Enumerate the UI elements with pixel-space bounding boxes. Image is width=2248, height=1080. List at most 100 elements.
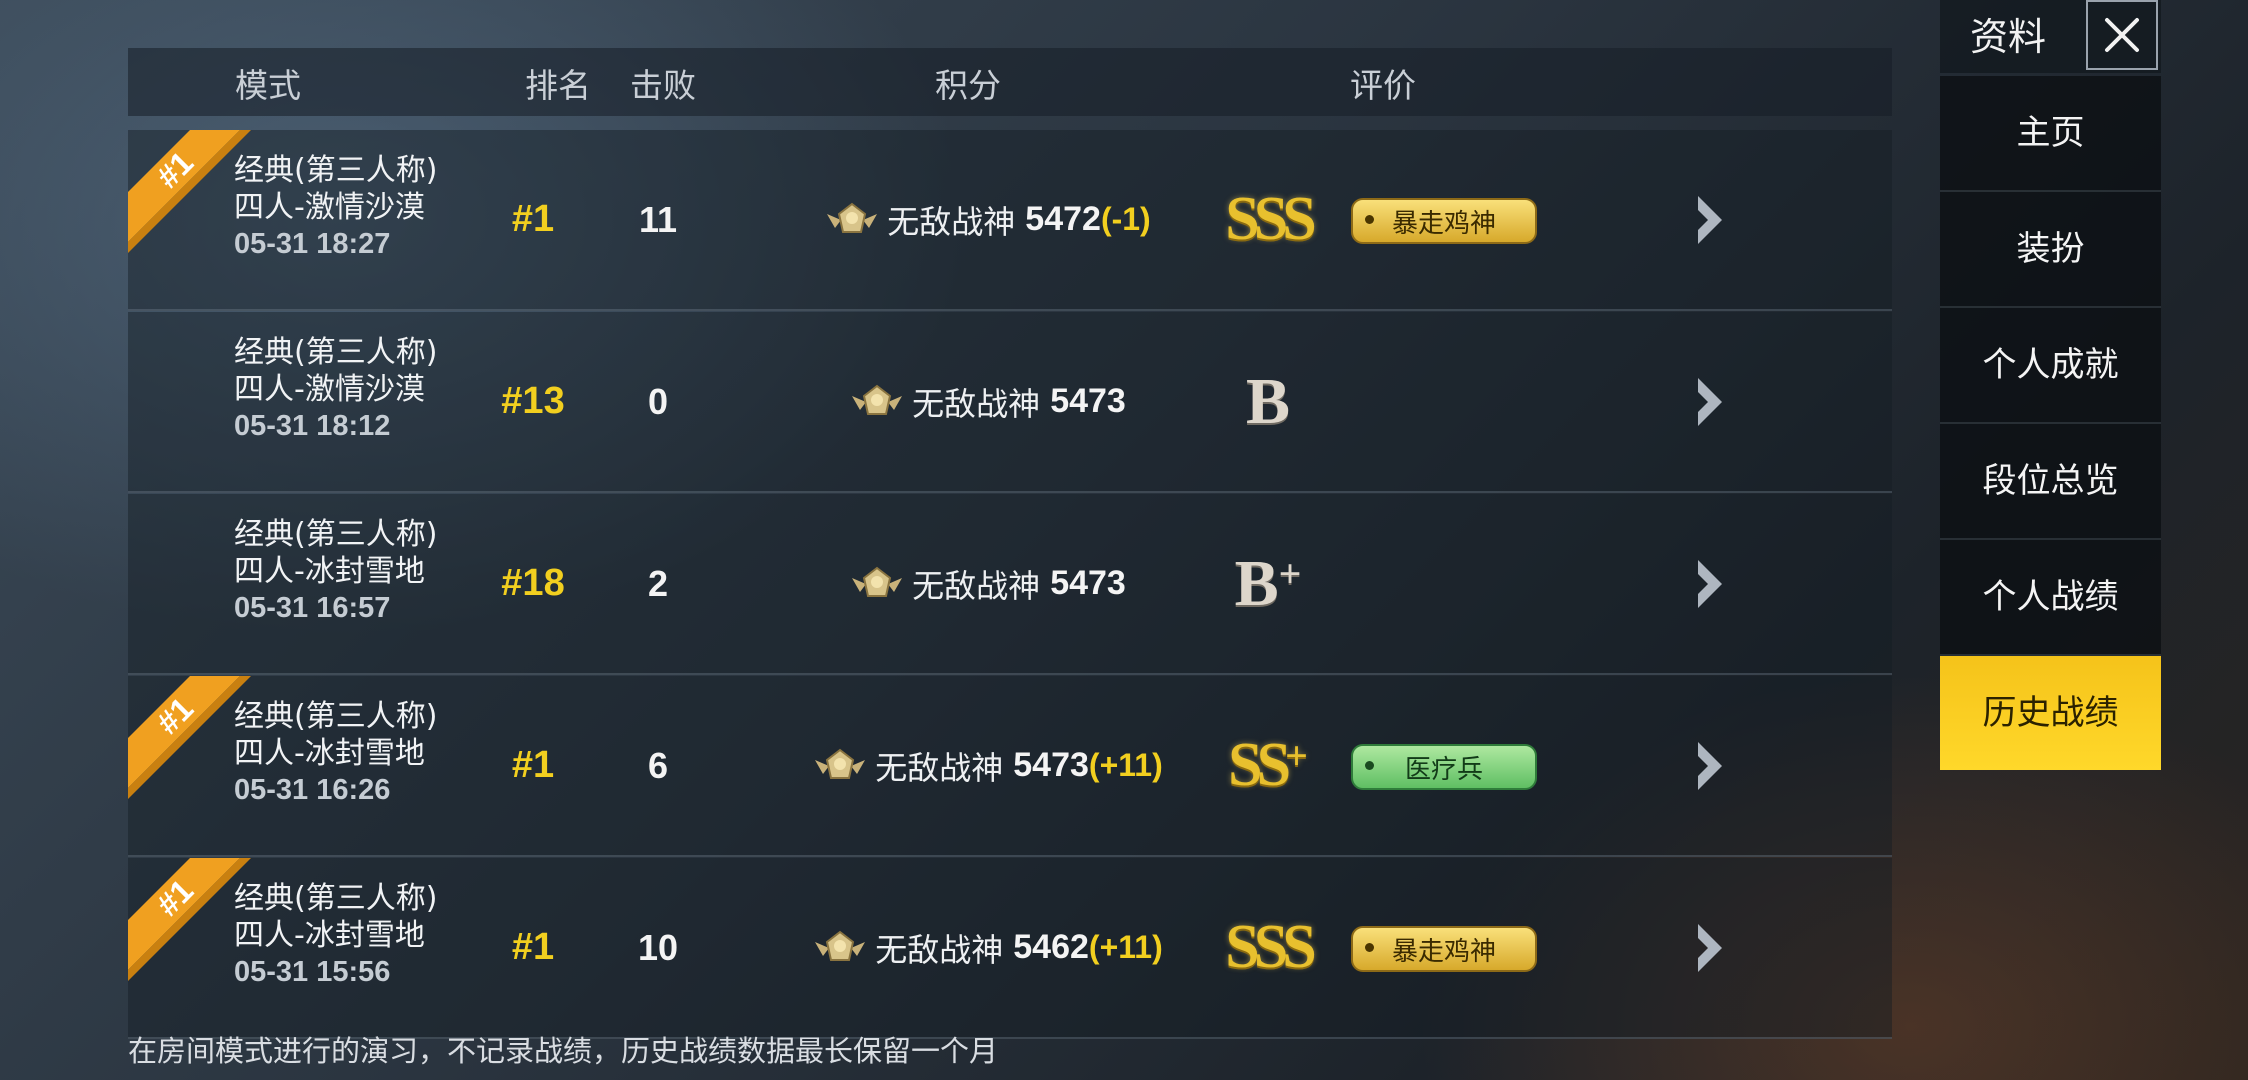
sidebar-item[interactable]: 段位总览 xyxy=(1940,424,2161,540)
map-name: 四人-冰封雪地 xyxy=(234,554,425,589)
kills-value: 6 xyxy=(647,745,669,786)
sidebar-item[interactable]: 个人战绩 xyxy=(1940,540,2161,656)
match-date: 05-31 18:27 xyxy=(234,228,391,260)
title-tag: 医疗兵 xyxy=(1351,744,1537,790)
sidebar-title: 资料 xyxy=(1970,15,2047,59)
chevron-right-icon[interactable] xyxy=(1690,190,1730,250)
match-date: 05-31 18:12 xyxy=(234,410,391,442)
tier-name: 无敌战神 xyxy=(887,202,1016,241)
map-name: 四人-冰封雪地 xyxy=(234,736,425,771)
tag-label: 医疗兵 xyxy=(1404,754,1483,785)
chevron-right-icon[interactable] xyxy=(1690,736,1730,796)
footer-note: 在房间模式进行的演习，不记录战绩，历史战绩数据最长保留一个月 xyxy=(128,1034,999,1068)
score-cell: 无敌战神 5472 (-1) xyxy=(748,130,1228,309)
match-row[interactable]: #1 经典(第三人称) 四人-冰封雪地 05-31 16:26 #1 6 无敌战… xyxy=(128,676,1892,857)
tier-emblem-icon xyxy=(852,384,903,415)
grade-badge: SSS xyxy=(1198,130,1338,309)
points-value: 5473 xyxy=(1050,382,1126,420)
title-tag: 暴走鸡神 xyxy=(1351,926,1537,972)
chevron-right-icon[interactable] xyxy=(1690,372,1730,432)
mode-name: 经典(第三人称) xyxy=(234,517,438,552)
grade-plus: + xyxy=(1285,733,1308,778)
tier-name: 无敌战神 xyxy=(875,748,1004,787)
grade-letter: B xyxy=(1245,364,1291,438)
kills-value: 10 xyxy=(637,927,679,968)
rank-value: #1 xyxy=(511,744,555,786)
match-row[interactable]: 经典(第三人称) 四人-冰封雪地 05-31 16:57 #18 2 无敌战神 … xyxy=(128,494,1892,675)
match-row[interactable]: 经典(第三人称) 四人-激情沙漠 05-31 18:12 #13 0 无敌战神 … xyxy=(128,312,1892,493)
match-date: 05-31 16:57 xyxy=(234,592,391,624)
winner-ribbon: #1 xyxy=(128,858,251,981)
sidebar-item[interactable]: 主页 xyxy=(1940,76,2161,192)
header-score: 积分 xyxy=(935,66,1001,105)
points-delta: (+11) xyxy=(1088,929,1163,965)
map-name: 四人-激情沙漠 xyxy=(234,190,425,225)
table-header: 模式 排名 击败 积分 评价 xyxy=(128,48,1892,116)
match-row[interactable]: #1 经典(第三人称) 四人-冰封雪地 05-31 15:56 #1 10 无敌… xyxy=(128,858,1892,1039)
header-kills: 击败 xyxy=(630,66,696,105)
tag-label: 暴走鸡神 xyxy=(1391,936,1496,967)
rank-value: #1 xyxy=(511,198,555,240)
score-cell: 无敌战神 5473 xyxy=(748,494,1228,673)
sidebar-item[interactable]: 个人成就 xyxy=(1940,308,2161,424)
grade-badge: B + xyxy=(1198,494,1338,673)
tier-name: 无敌战神 xyxy=(912,384,1041,423)
sidebar-item[interactable]: 装扮 xyxy=(1940,192,2161,308)
match-mode: 经典(第三人称) 四人-激情沙漠 05-31 18:12 xyxy=(234,334,494,445)
points-delta: (-1) xyxy=(1100,201,1151,237)
tag-dot-icon xyxy=(1365,761,1374,770)
points-value: 5473 xyxy=(1050,564,1126,602)
match-mode: 经典(第三人称) 四人-冰封雪地 05-31 16:26 xyxy=(234,698,494,809)
grade-plus: + xyxy=(1278,551,1302,596)
mode-name: 经典(第三人称) xyxy=(234,153,438,188)
points-value: 5462 xyxy=(1013,928,1089,966)
winner-ribbon: #1 xyxy=(128,130,251,253)
points-value: 5472 xyxy=(1025,200,1101,238)
map-name: 四人-激情沙漠 xyxy=(234,372,425,407)
tier-name: 无敌战神 xyxy=(875,930,1004,969)
sidebar-header: 资料 xyxy=(1940,0,2161,73)
winner-ribbon: #1 xyxy=(128,676,251,799)
sidebar: 资料 主页 装扮 个人成就 段位总览 个人战绩 历史战绩 xyxy=(1940,0,2161,1080)
mode-name: 经典(第三人称) xyxy=(234,699,438,734)
points-delta: (+11) xyxy=(1088,747,1163,783)
match-row[interactable]: #1 经典(第三人称) 四人-激情沙漠 05-31 18:27 #1 11 无敌… xyxy=(128,130,1892,311)
close-icon xyxy=(2105,18,2139,52)
grade-letter: SS xyxy=(1228,731,1291,799)
kills-value: 0 xyxy=(647,381,669,422)
header-rank: 排名 xyxy=(525,66,591,105)
tag-dot-icon xyxy=(1365,215,1374,224)
header-mode: 模式 xyxy=(235,66,301,105)
tier-emblem-icon xyxy=(852,566,903,597)
grade-letter: B xyxy=(1234,546,1279,620)
tier-emblem-icon xyxy=(815,930,866,961)
close-button[interactable] xyxy=(2086,0,2158,70)
match-date: 05-31 15:56 xyxy=(234,956,391,988)
score-cell: 无敌战神 5473 xyxy=(748,312,1228,491)
rank-value: #1 xyxy=(511,926,555,968)
score-cell: 无敌战神 5473 (+11) xyxy=(748,676,1228,855)
match-mode: 经典(第三人称) 四人-冰封雪地 05-31 15:56 xyxy=(234,880,494,991)
kills-value: 11 xyxy=(638,199,678,240)
match-date: 05-31 16:26 xyxy=(234,774,391,806)
rank-value: #18 xyxy=(501,562,565,604)
map-name: 四人-冰封雪地 xyxy=(234,918,425,953)
rank-value: #13 xyxy=(501,380,565,422)
chevron-right-icon[interactable] xyxy=(1690,918,1730,978)
mode-name: 经典(第三人称) xyxy=(234,335,438,370)
grade-letter: SSS xyxy=(1225,185,1316,253)
header-rating: 评价 xyxy=(1350,66,1416,105)
grade-badge: B xyxy=(1198,312,1338,491)
score-cell: 无敌战神 5462 (+11) xyxy=(748,858,1228,1037)
sidebar-item[interactable]: 历史战绩 xyxy=(1940,656,2161,770)
history-panel: 模式 排名 击败 积分 评价 #1 经典(第三人称) 四人-激情沙漠 05-31… xyxy=(128,48,1892,1039)
chevron-right-icon[interactable] xyxy=(1690,554,1730,614)
tier-emblem-icon xyxy=(815,748,866,779)
match-mode: 经典(第三人称) 四人-激情沙漠 05-31 18:27 xyxy=(234,152,494,263)
mode-name: 经典(第三人称) xyxy=(234,881,438,916)
grade-badge: SSS xyxy=(1198,858,1338,1037)
points-value: 5473 xyxy=(1013,746,1089,784)
tier-name: 无敌战神 xyxy=(912,566,1041,605)
grade-letter: SSS xyxy=(1225,913,1316,981)
tag-dot-icon xyxy=(1365,943,1374,952)
